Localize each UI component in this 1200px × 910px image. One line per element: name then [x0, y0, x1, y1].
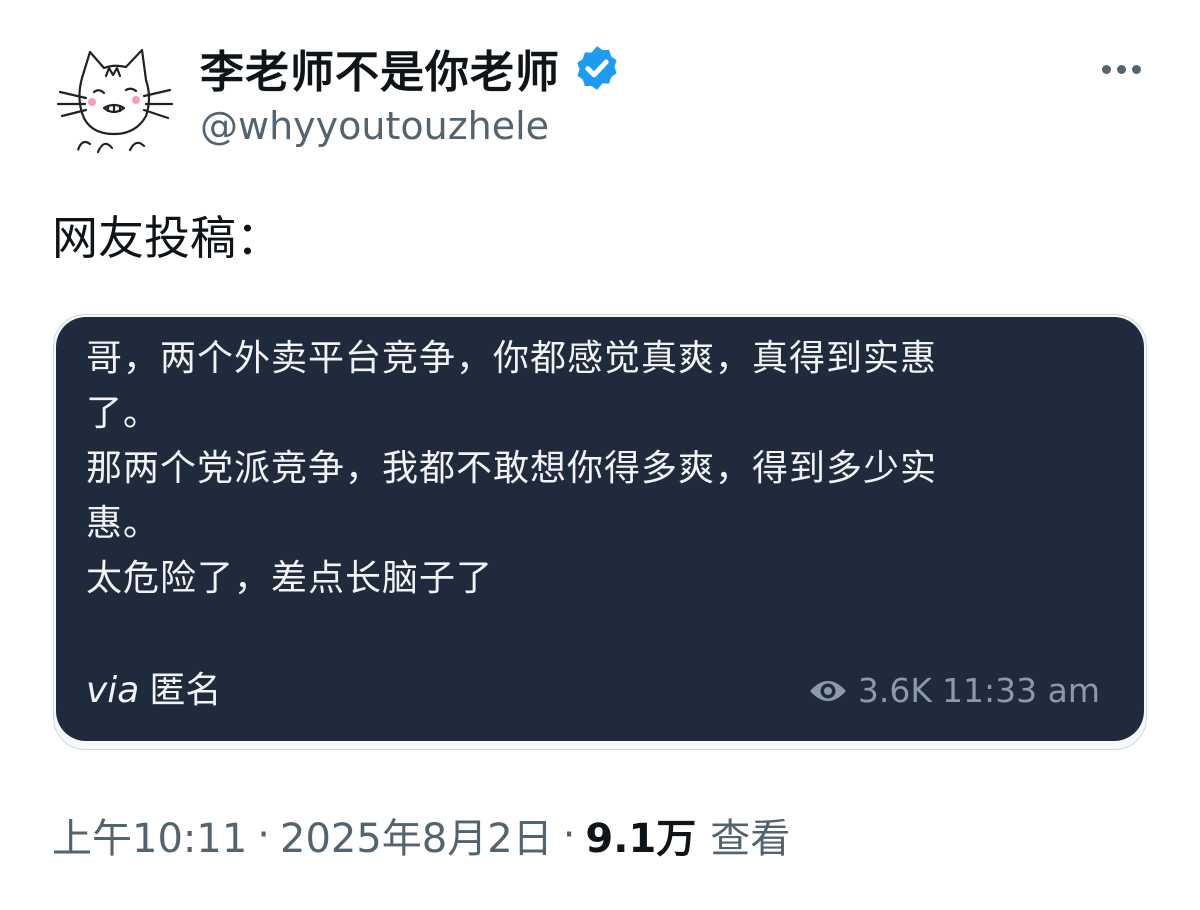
card-time: 11:33 am [942, 671, 1100, 710]
views-count[interactable]: 9.1万 [585, 806, 696, 864]
media-screenshot: 哥，两个外卖平台竞争，你都感觉真爽，真得到实惠 了。 那两个党派竞争，我都不敢想… [56, 317, 1144, 741]
card-views: 3.6K [857, 671, 933, 710]
avatar[interactable] [52, 38, 176, 162]
message-line: 那两个党派竞争，我都不敢想你得多爽，得到多少实 [86, 448, 938, 489]
via-label: via [86, 670, 140, 711]
more-options-button[interactable] [1092, 50, 1150, 88]
views-label: 查看 [710, 816, 791, 862]
cat-doodle-avatar-icon [56, 48, 174, 154]
display-name[interactable]: 李老师不是你老师 [200, 36, 560, 100]
author-name-row[interactable]: 李老师不是你老师 [200, 36, 622, 100]
message-text: 哥，两个外卖平台竞争，你都感觉真爽，真得到实惠 了。 那两个党派竞争，我都不敢想… [86, 331, 1126, 606]
tweet-date[interactable]: 2025年8月2日 [280, 806, 553, 864]
more-options-icon [1101, 64, 1111, 74]
tweet-text: 网友投稿： [52, 211, 282, 265]
eye-icon [808, 677, 848, 705]
tweet-media-image[interactable]: 哥，两个外卖平台竞争，你都感觉真爽，真得到实惠 了。 那两个党派竞争，我都不敢想… [53, 314, 1147, 750]
message-line: 了。 [86, 393, 161, 434]
separator: · [562, 812, 576, 858]
tweet-time[interactable]: 上午10:11 [52, 806, 247, 864]
message-line: 哥，两个外卖平台竞争，你都感觉真爽，真得到实惠 [86, 338, 938, 379]
card-meta: 3.6K 11:33 am [808, 671, 1100, 710]
more-options-icon-dot [1131, 64, 1141, 74]
more-options-icon-dot [1116, 64, 1126, 74]
separator: · [257, 812, 270, 858]
message-line: 惠。 [86, 503, 161, 544]
tweet-meta: 上午10:11 · 2025年8月2日 · 9.1万 查看 [52, 806, 790, 864]
message-line: 太危险了，差点长脑子了 [86, 558, 494, 599]
verified-badge-icon [572, 43, 622, 93]
via-source: via 匿名 [86, 661, 221, 713]
author-handle[interactable]: @whyyoutouzhele [200, 104, 549, 148]
via-source-name: 匿名 [149, 670, 222, 711]
